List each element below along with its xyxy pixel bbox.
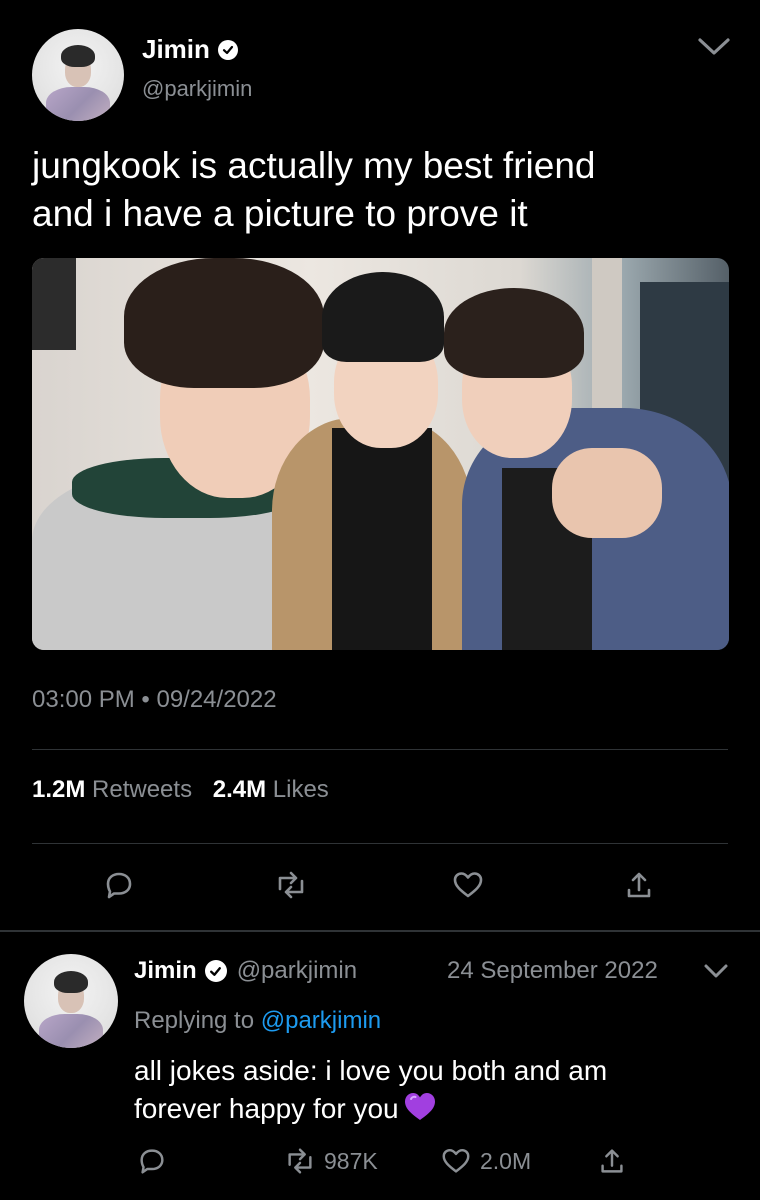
likes-label[interactable]: Likes xyxy=(273,776,329,803)
tweet-text-line: jungkook is actually my best friend xyxy=(32,145,596,186)
retweet-icon xyxy=(288,1148,312,1174)
replying-mention[interactable]: @parkjimin xyxy=(261,1007,381,1034)
reply-text-line: forever happy for you xyxy=(134,1090,734,1128)
author-name[interactable]: Jimin xyxy=(142,34,210,65)
author-name-row[interactable]: Jimin xyxy=(142,34,238,65)
retweet-icon[interactable] xyxy=(274,868,308,902)
chevron-down-icon[interactable] xyxy=(702,959,730,983)
reply-like-button[interactable]: 2.0M xyxy=(440,1144,531,1178)
author-handle[interactable]: @parkjimin xyxy=(142,76,252,102)
retweets-label[interactable]: Retweets xyxy=(92,776,192,803)
reply-icon xyxy=(140,1149,164,1174)
heart-icon xyxy=(442,1148,470,1173)
reply-date: 24 September 2022 xyxy=(447,957,658,984)
reply-retweet-count: 987K xyxy=(324,1147,378,1174)
retweets-count[interactable]: 1.2M xyxy=(32,776,85,803)
author-avatar[interactable] xyxy=(32,29,124,121)
reply-header: Jimin @parkjimin 24 September 2022 xyxy=(134,957,734,985)
heart-icon[interactable] xyxy=(451,868,485,902)
reply-share-button[interactable] xyxy=(596,1144,628,1178)
purple-heart-icon xyxy=(404,1093,435,1120)
verified-badge-icon xyxy=(204,960,227,982)
share-icon xyxy=(601,1149,623,1173)
reply-reply-button[interactable] xyxy=(136,1144,168,1178)
reply-retweet-button[interactable]: 987K xyxy=(284,1144,378,1178)
replying-to: Replying to @parkjimin xyxy=(134,1007,381,1035)
tweet-text: jungkook is actually my best friend and … xyxy=(32,142,732,238)
divider xyxy=(32,843,728,844)
reply-like-count: 2.0M xyxy=(480,1147,532,1174)
reply-author-handle[interactable]: @parkjimin xyxy=(237,957,357,985)
tweet-photo[interactable] xyxy=(32,258,729,650)
reply-icon[interactable] xyxy=(102,868,136,902)
section-separator xyxy=(0,930,760,932)
likes-count[interactable]: 2.4M xyxy=(213,776,266,803)
reply-author-avatar[interactable] xyxy=(24,954,118,1048)
tweet-timestamp: 03:00 PM • 09/24/2022 xyxy=(32,686,277,713)
reply-author-name[interactable]: Jimin xyxy=(134,957,197,985)
reply-text-line: all jokes aside: i love you both and am xyxy=(134,1055,608,1086)
divider xyxy=(32,749,728,750)
chevron-down-icon[interactable] xyxy=(696,32,732,60)
main-tweet: Jimin @parkjimin jungkook is actually my… xyxy=(0,0,760,930)
replying-prefix: Replying to xyxy=(134,1007,255,1034)
reply-text: all jokes aside: i love you both and am … xyxy=(134,1052,734,1128)
tweet-text-line: and i have a picture to prove it xyxy=(32,193,528,234)
verified-badge-icon xyxy=(217,39,238,60)
tweet-stats: 1.2M Retweets 2.4M Likes xyxy=(32,776,329,804)
share-icon[interactable] xyxy=(622,868,656,902)
